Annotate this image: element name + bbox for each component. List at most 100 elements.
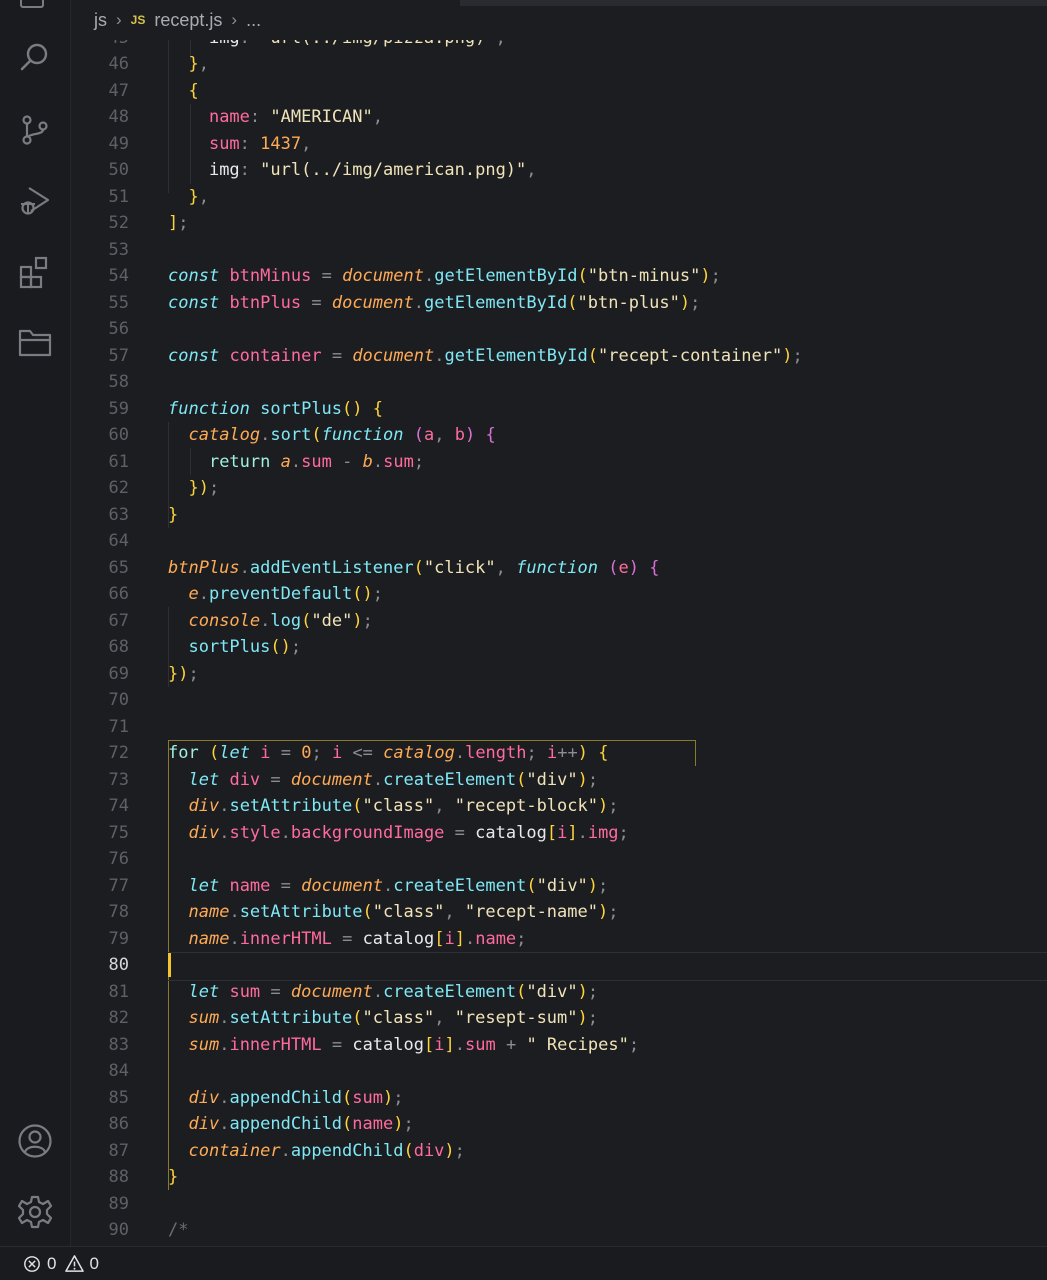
code-line[interactable]: 77 let name = document.createElement("di…: [71, 873, 1047, 900]
code-text[interactable]: console.log("de");: [168, 608, 372, 635]
code-line[interactable]: 70: [71, 687, 1047, 714]
code-text[interactable]: name.innerHTML = catalog[i].name;: [168, 926, 526, 953]
code-line[interactable]: 76: [71, 846, 1047, 873]
code-text[interactable]: name: "AMERICAN",: [168, 104, 383, 131]
code-text[interactable]: },: [168, 51, 209, 78]
warning-triangle-icon[interactable]: [64, 1254, 84, 1274]
code-text[interactable]: }: [168, 502, 178, 529]
code-line[interactable]: 72 for (let i = 0; i <= catalog.length; i…: [71, 740, 1047, 767]
code-editor[interactable]: 45 img: "url(../img/pizza.png)",46 },47 …: [71, 0, 1047, 1246]
code-text[interactable]: });: [168, 661, 199, 688]
code-line[interactable]: 84: [71, 1058, 1047, 1085]
code-line[interactable]: 51 },: [71, 184, 1047, 211]
code-text[interactable]: sum.innerHTML = catalog[i].sum + " Recip…: [168, 1032, 639, 1059]
code-text[interactable]: const container = document.getElementByI…: [168, 343, 803, 370]
code-text[interactable]: let sum = document.createElement("div");: [168, 979, 598, 1006]
code-line[interactable]: 78 name.setAttribute("class", "recept-na…: [71, 899, 1047, 926]
error-count[interactable]: 0: [47, 1254, 56, 1274]
line-number: 82: [108, 1008, 129, 1028]
code-line[interactable]: 63}: [71, 502, 1047, 529]
code-line[interactable]: 71: [71, 714, 1047, 741]
run-debug-icon[interactable]: [15, 180, 55, 220]
code-text[interactable]: /*: [168, 1217, 188, 1244]
code-line[interactable]: 54 const btnMinus = document.getElementBy…: [71, 263, 1047, 290]
code-text[interactable]: });: [168, 475, 219, 502]
code-line[interactable]: 88}: [71, 1164, 1047, 1191]
code-line[interactable]: 62 });: [71, 475, 1047, 502]
code-text[interactable]: }: [168, 1164, 178, 1191]
code-text[interactable]: let div = document.createElement("div");: [168, 767, 598, 794]
code-text[interactable]: function sortPlus() {: [168, 396, 383, 423]
warning-count[interactable]: 0: [89, 1254, 98, 1274]
code-text[interactable]: div.appendChild(name);: [168, 1111, 413, 1138]
code-line[interactable]: 87 container.appendChild(div);: [71, 1138, 1047, 1165]
code-line[interactable]: 83 sum.innerHTML = catalog[i].sum + " Re…: [71, 1032, 1047, 1059]
code-text[interactable]: return a.sum - b.sum;: [168, 449, 424, 476]
breadcrumb-folder[interactable]: js: [94, 10, 107, 31]
code-line[interactable]: 68 sortPlus();: [71, 634, 1047, 661]
breadcrumb-file[interactable]: recept.js: [154, 10, 222, 31]
code-text[interactable]: catalog.sort(function (a, b) {: [168, 422, 495, 449]
code-line[interactable]: 55 const btnPlus = document.getElementByI…: [71, 290, 1047, 317]
line-number: 55: [108, 292, 129, 313]
code-line[interactable]: 60 catalog.sort(function (a, b) {: [71, 422, 1047, 449]
breadcrumb-symbols[interactable]: ...: [246, 10, 261, 31]
status-bar: 0 0: [0, 1246, 1047, 1280]
code-line[interactable]: 46 },: [71, 51, 1047, 78]
source-control-icon[interactable]: [15, 110, 55, 150]
code-line[interactable]: 85 div.appendChild(sum);: [71, 1085, 1047, 1112]
code-line[interactable]: 69});: [71, 661, 1047, 688]
code-text[interactable]: sum.setAttribute("class", "resept-sum");: [168, 1005, 598, 1032]
code-text[interactable]: div.setAttribute("class", "recept-block"…: [168, 793, 618, 820]
code-line[interactable]: 81 let sum = document.createElement("div…: [71, 979, 1047, 1006]
code-line[interactable]: 59 function sortPlus() {: [71, 396, 1047, 423]
code-line[interactable]: 89: [71, 1191, 1047, 1218]
code-text[interactable]: const btnPlus = document.getElementById(…: [168, 290, 700, 317]
error-circle-icon[interactable]: [22, 1254, 42, 1274]
code-text[interactable]: e.preventDefault();: [168, 581, 383, 608]
code-line[interactable]: 86 div.appendChild(name);: [71, 1111, 1047, 1138]
code-line[interactable]: 48 name: "AMERICAN",: [71, 104, 1047, 131]
code-text[interactable]: img: "url(../img/american.png)",: [168, 157, 537, 184]
code-text[interactable]: },: [168, 184, 209, 211]
code-line[interactable]: 64: [71, 528, 1047, 555]
code-line[interactable]: 56: [71, 316, 1047, 343]
code-line[interactable]: 65 btnPlus.addEventListener("click", func…: [71, 555, 1047, 582]
code-text[interactable]: name.setAttribute("class", "recept-name"…: [168, 899, 618, 926]
code-line[interactable]: 73 let div = document.createElement("div…: [71, 767, 1047, 794]
code-line[interactable]: 90 /*: [71, 1217, 1047, 1244]
code-line[interactable]: 52];: [71, 210, 1047, 237]
explorer-icon[interactable]: [15, 322, 55, 362]
code-line[interactable]: 75 div.style.backgroundImage = catalog[i…: [71, 820, 1047, 847]
code-text[interactable]: ];: [168, 210, 189, 237]
code-line[interactable]: 58: [71, 369, 1047, 396]
extensions-icon[interactable]: [15, 252, 55, 292]
code-text[interactable]: container.appendChild(div);: [168, 1138, 464, 1165]
settings-gear-icon[interactable]: [15, 1192, 55, 1232]
code-line[interactable]: 50 img: "url(../img/american.png)",: [71, 157, 1047, 184]
code-text[interactable]: div.appendChild(sum);: [168, 1085, 403, 1112]
code-line[interactable]: 61 return a.sum - b.sum;: [71, 449, 1047, 476]
code-line[interactable]: 53: [71, 237, 1047, 264]
account-icon[interactable]: [15, 1121, 55, 1161]
code-line[interactable]: 82 sum.setAttribute("class", "resept-sum…: [71, 1005, 1047, 1032]
code-line[interactable]: 74 div.setAttribute("class", "recept-blo…: [71, 793, 1047, 820]
code-text[interactable]: for (let i = 0; i <= catalog.length; i++…: [168, 740, 608, 767]
code-text[interactable]: {: [168, 78, 198, 105]
explorer-tab-stub[interactable]: [20, 0, 44, 8]
code-line[interactable]: 57 const container = document.getElementB…: [71, 343, 1047, 370]
code-text[interactable]: div.style.backgroundImage = catalog[i].i…: [168, 820, 628, 847]
code-text[interactable]: sortPlus();: [168, 634, 301, 661]
code-line[interactable]: 79 name.innerHTML = catalog[i].name;: [71, 926, 1047, 953]
code-text[interactable]: const btnMinus = document.getElementById…: [168, 263, 721, 290]
code-text[interactable]: sum: 1437,: [168, 131, 311, 158]
code-line[interactable]: 80: [71, 952, 1047, 979]
line-number: 84: [108, 1061, 129, 1081]
code-line[interactable]: 47 {: [71, 78, 1047, 105]
code-line[interactable]: 49 sum: 1437,: [71, 131, 1047, 158]
code-text[interactable]: btnPlus.addEventListener("click", functi…: [168, 555, 659, 582]
search-icon[interactable]: [15, 38, 55, 78]
code-line[interactable]: 66 e.preventDefault();: [71, 581, 1047, 608]
code-line[interactable]: 67 console.log("de");: [71, 608, 1047, 635]
code-text[interactable]: let name = document.createElement("div")…: [168, 873, 608, 900]
